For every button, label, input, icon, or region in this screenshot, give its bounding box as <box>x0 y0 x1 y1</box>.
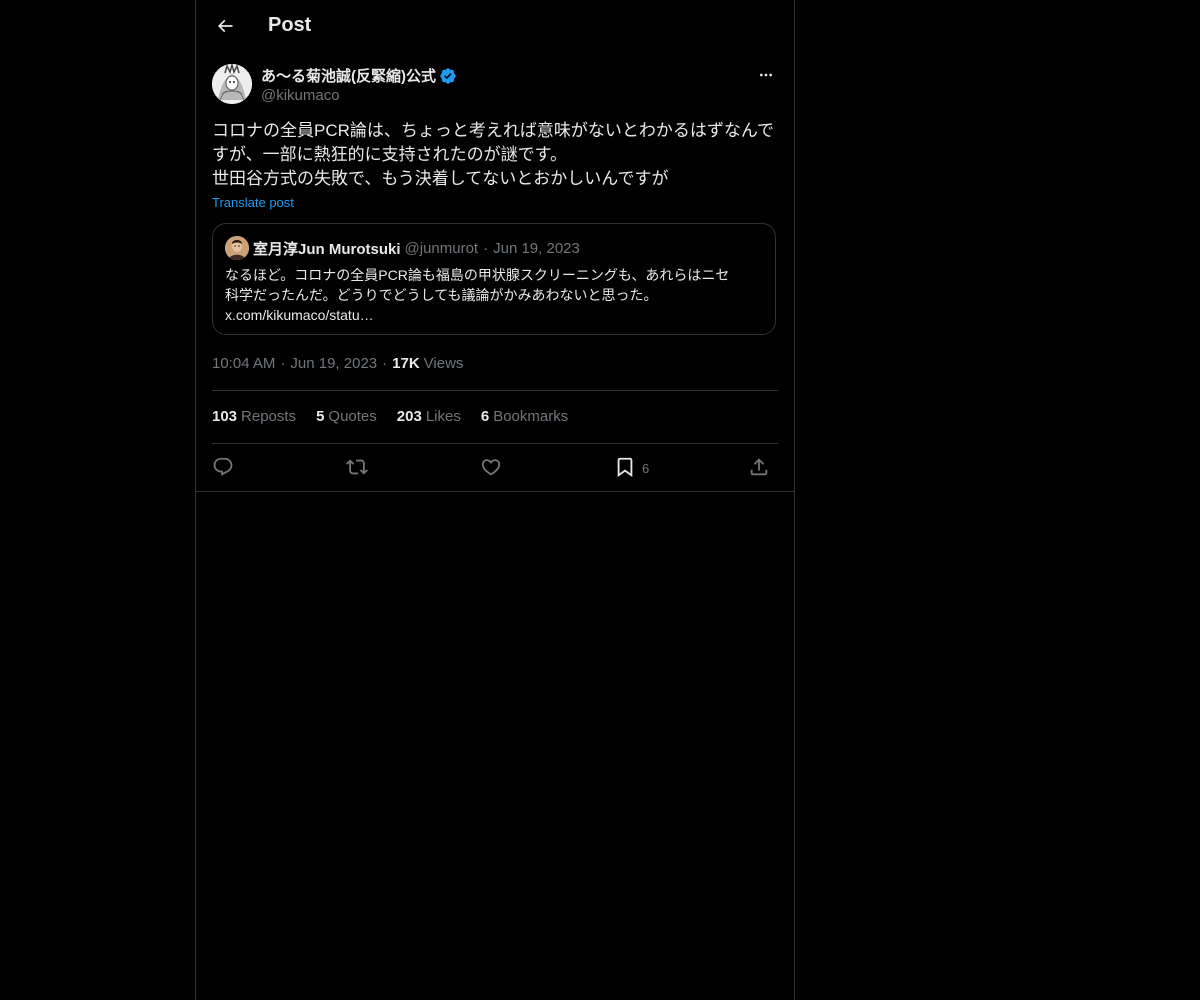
separator-dot: · <box>382 355 388 372</box>
bookmark-icon <box>617 457 633 478</box>
bookmark-button[interactable]: 6 <box>614 450 649 484</box>
arrow-left-icon <box>217 19 233 33</box>
repost-button[interactable] <box>346 450 368 484</box>
post-meta: 10:04 AM · Jun 19, 2023 · 17K Views <box>212 355 463 372</box>
page-title: Post <box>268 14 312 36</box>
quoted-text-line: なるほど。コロナの全員PCR論も福島の甲状腺スクリーニングも、あれらはニセ <box>225 267 730 283</box>
like-icon <box>481 459 501 476</box>
verified-badge-icon <box>439 67 457 85</box>
reply-icon <box>213 457 233 476</box>
bookmarks-label: Bookmarks <box>493 408 569 425</box>
separator-dot: · <box>483 239 489 257</box>
post-time[interactable]: 10:04 AM <box>212 355 275 372</box>
quoted-author-name: 室月淳Jun Murotsuki <box>253 240 401 258</box>
likes-stat[interactable]: 203 Likes <box>397 408 461 425</box>
separator-dot: · <box>280 355 286 372</box>
top-bar: Post <box>196 0 794 54</box>
views-label: Views <box>423 355 464 372</box>
engagement-stats: 103 Reposts 5 Quotes 203 Likes 6 Bookmarks <box>212 408 588 425</box>
post-author: あ〜る菊池誠(反緊縮)公式 @kikumaco <box>212 64 778 108</box>
post-column: Post あ〜る菊池誠(反緊縮)公式 @kikumaco コロナの全員PCR論は… <box>195 0 795 1000</box>
quoted-text-line: 科学だったんだ。どうりでどうしても議論がかみあわないと思った。 <box>225 287 658 303</box>
back-button[interactable] <box>208 9 242 43</box>
post-text-line: コロナの全員PCR論は、ちょっと考えれば意味がないとわかるはずなんで <box>212 121 775 140</box>
quoted-text-line: x.com/kikumaco/statu… <box>225 307 374 323</box>
author-handle[interactable]: @kikumaco <box>261 87 340 104</box>
quoted-post[interactable]: 室月淳Jun Murotsuki @junmurot · Jun 19, 202… <box>212 223 776 335</box>
repost-icon <box>346 459 368 475</box>
bookmarks-count: 6 <box>480 408 490 425</box>
reply-button[interactable] <box>212 450 234 484</box>
quoted-post-date: Jun 19, 2023 <box>493 239 580 257</box>
quotes-stat[interactable]: 5 Quotes <box>316 408 377 425</box>
quoted-post-text: なるほど。コロナの全員PCR論も福島の甲状腺スクリーニングも、あれらはニセ 科学… <box>225 265 765 325</box>
divider <box>212 390 778 391</box>
reposts-count: 103 <box>212 408 238 425</box>
author-avatar[interactable] <box>212 64 252 104</box>
author-name[interactable]: あ〜る菊池誠(反緊縮)公式 <box>261 65 436 86</box>
like-button[interactable] <box>480 450 502 484</box>
post-text: コロナの全員PCR論は、ちょっと考えれば意味がないとわかるはずなんで すが、一部… <box>212 119 778 191</box>
quoted-author-avatar <box>225 236 249 260</box>
bookmarks-stat[interactable]: 6 Bookmarks <box>481 408 568 425</box>
divider <box>196 491 794 492</box>
post-text-line: すが、一部に熱狂的に支持されたのが謎です。 <box>212 145 567 164</box>
more-icon <box>760 73 772 77</box>
divider <box>212 443 778 444</box>
author-name-row: あ〜る菊池誠(反緊縮)公式 <box>261 65 457 86</box>
quotes-label: Quotes <box>328 408 377 425</box>
quotes-count: 5 <box>316 408 325 425</box>
likes-label: Likes <box>425 408 461 425</box>
share-icon <box>750 458 768 476</box>
more-options-button[interactable] <box>754 64 778 86</box>
translate-post-link[interactable]: Translate post <box>212 195 294 210</box>
bookmark-action-count: 6 <box>642 461 650 476</box>
likes-count: 203 <box>396 408 422 425</box>
action-bar: 6 <box>212 450 778 484</box>
views-count: 17K <box>392 355 420 372</box>
quoted-post-header: 室月淳Jun Murotsuki @junmurot · Jun 19, 202… <box>225 236 580 260</box>
post-text-line: 世田谷方式の失敗で、もう決着してないとおかしいんですが <box>212 169 669 188</box>
share-button[interactable] <box>748 450 770 484</box>
reposts-label: Reposts <box>241 408 297 425</box>
quoted-author-handle: @junmurot <box>404 239 479 257</box>
post-date[interactable]: Jun 19, 2023 <box>290 355 377 372</box>
reposts-stat[interactable]: 103 Reposts <box>212 408 296 425</box>
